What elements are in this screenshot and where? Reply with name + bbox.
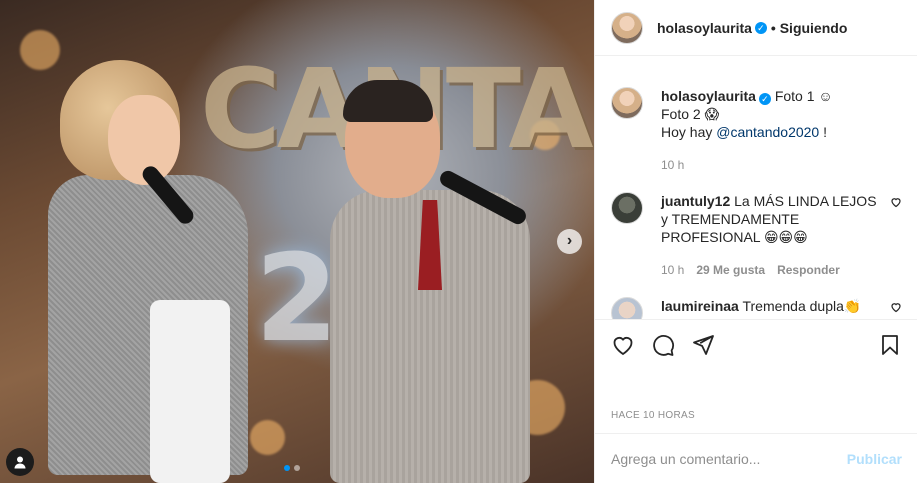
post-photo[interactable]: CANTAN 20 › [0, 0, 594, 483]
verified-badge-icon: ✓ [754, 21, 767, 34]
avatar[interactable] [611, 297, 643, 319]
comment-like-icon[interactable] [890, 196, 902, 208]
avatar[interactable] [611, 11, 643, 44]
action-bar [595, 319, 917, 360]
comment-input[interactable] [611, 450, 847, 467]
user-tag-icon[interactable] [6, 448, 34, 476]
comment-item: laumireinaa Tremenda dupla👏 [611, 297, 902, 319]
comment-likes[interactable]: 29 Me gusta [696, 261, 765, 279]
carousel-dots [284, 465, 300, 471]
comment-item: juantuly12 La MÁS LINDA LEJOS y TREMENDA… [611, 192, 902, 279]
man-hair [343, 80, 433, 122]
caption: holasoylaurita ✓ Foto 1 ☺ Foto 2 😱 Hoy ha… [611, 87, 902, 174]
avatar[interactable] [611, 192, 643, 224]
caption-time[interactable]: 10 h [661, 156, 684, 174]
comment-time[interactable]: 10 h [661, 261, 684, 279]
comments-list[interactable]: holasoylaurita ✓ Foto 1 ☺ Foto 2 😱 Hoy ha… [595, 57, 917, 319]
post-header: holasoylaurita ✓ • Siguiendo [595, 0, 917, 56]
comment-username[interactable]: juantuly12 [661, 193, 730, 209]
publish-button[interactable]: Publicar [847, 451, 902, 467]
caption-line-2: Foto 2 😱 [661, 106, 720, 122]
comment-like-icon[interactable] [890, 301, 902, 313]
caption-line-3: Hoy hay [661, 124, 717, 140]
post-time[interactable]: HACE 10 HORAS [611, 410, 695, 421]
post-sidebar: holasoylaurita ✓ • Siguiendo holasoylaur… [594, 0, 917, 483]
comment-icon[interactable] [651, 333, 675, 357]
share-icon[interactable] [691, 333, 715, 357]
add-comment-bar: Publicar [595, 433, 917, 483]
carousel-dot [294, 465, 300, 471]
verified-badge-icon: ✓ [758, 93, 771, 105]
comment-text: Tremenda dupla👏 [742, 298, 862, 314]
woman-dress [150, 300, 230, 483]
comment-username[interactable]: laumireinaa [661, 298, 739, 314]
carousel-dot-active [284, 465, 290, 471]
follow-status[interactable]: • Siguiendo [771, 20, 847, 36]
author-username[interactable]: holasoylaurita [657, 20, 752, 36]
mention-link[interactable]: @cantando2020 [716, 124, 819, 140]
reply-button[interactable]: Responder [777, 261, 840, 279]
carousel-next-button[interactable]: › [557, 229, 582, 254]
heart-icon[interactable] [611, 333, 635, 357]
bokeh-light [20, 30, 60, 70]
bokeh-light [250, 420, 285, 455]
bookmark-icon[interactable] [878, 333, 902, 357]
caption-username[interactable]: holasoylaurita [661, 88, 756, 104]
caption-line-3-suffix: ! [819, 124, 827, 140]
avatar[interactable] [611, 87, 643, 119]
caption-line-1: Foto 1 ☺ [774, 88, 833, 104]
